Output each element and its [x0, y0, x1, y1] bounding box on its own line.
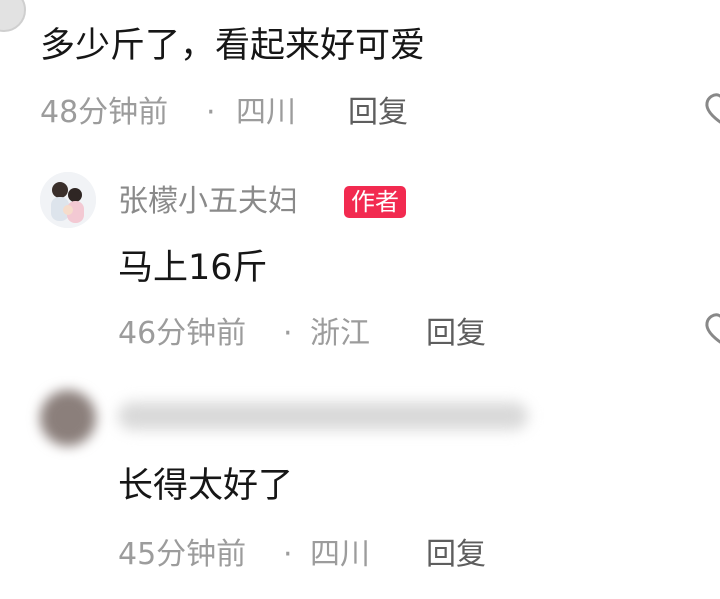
comment-time: 48分钟前: [40, 95, 169, 130]
avatar[interactable]: [40, 390, 96, 446]
reply-button[interactable]: 回复: [348, 95, 408, 131]
comment-location: 四川: [310, 537, 370, 572]
avatar[interactable]: [0, 0, 26, 32]
reply-button[interactable]: 回复: [426, 537, 486, 573]
reply-button[interactable]: 回复: [426, 316, 486, 352]
comment-text: 长得太好了: [118, 466, 294, 506]
heart-icon[interactable]: [703, 310, 720, 350]
avatar[interactable]: [40, 172, 96, 228]
author-badge: 作者: [344, 186, 406, 218]
meta-separator: ·: [283, 537, 293, 572]
comment-time: 45分钟前: [118, 537, 247, 572]
heart-icon[interactable]: [703, 90, 720, 130]
comment-location: 浙江: [310, 316, 370, 351]
comment-text: 马上16斤: [118, 248, 268, 288]
meta-separator: ·: [283, 316, 293, 351]
comment-username[interactable]: 张檬小五夫妇: [118, 184, 298, 220]
blurred-username[interactable]: [118, 402, 528, 430]
comment-location: 四川: [236, 95, 296, 130]
meta-separator: ·: [206, 95, 216, 130]
comment-time: 46分钟前: [118, 316, 247, 351]
comment-text: 多少斤了，看起来好可爱: [40, 26, 426, 66]
